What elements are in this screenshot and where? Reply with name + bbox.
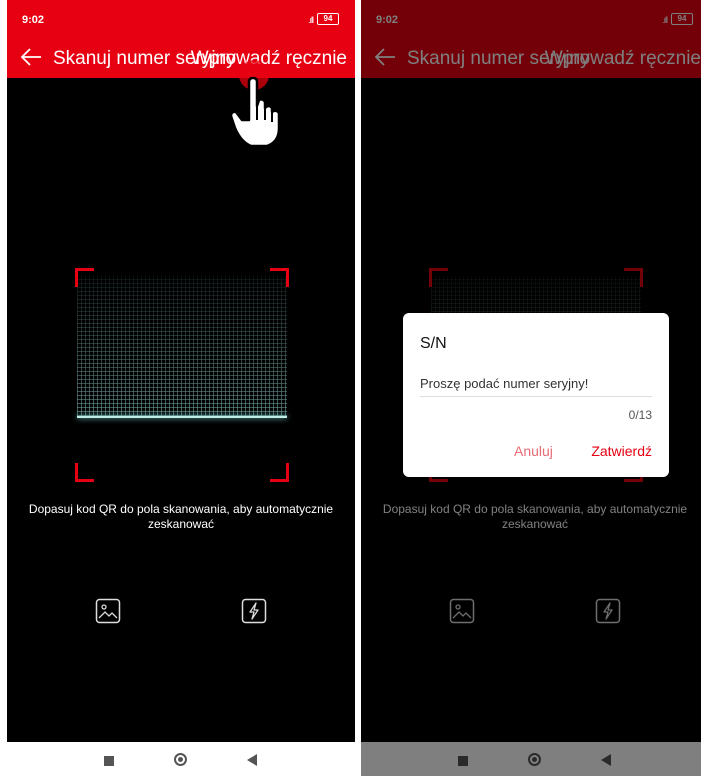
scan-corner [429, 268, 448, 287]
scan-screen: 9:02 .ıll 94 Skanuj numer seryjny Wprowa… [7, 0, 355, 776]
signal-icon: .ıll [308, 15, 314, 25]
recent-apps-icon[interactable] [104, 756, 114, 766]
home-icon[interactable] [528, 753, 541, 766]
gallery-icon[interactable] [449, 598, 475, 624]
back-arrow-icon[interactable] [19, 46, 43, 68]
system-nav-bar [7, 742, 355, 776]
scan-line [77, 416, 287, 418]
scan-corner [624, 268, 643, 287]
flash-icon[interactable] [241, 598, 267, 624]
dialog-title: S/N [420, 335, 447, 352]
manual-entry-button[interactable]: Wprowadź ręcznie [545, 48, 701, 70]
home-icon[interactable] [174, 753, 187, 766]
status-time: 9:02 [376, 14, 399, 26]
nav-back-icon[interactable] [247, 754, 257, 766]
scan-corner [270, 268, 289, 287]
app-bar: Skanuj numer seryjny Wprowadź ręcznie [361, 38, 701, 78]
scan-grid [77, 276, 287, 416]
scan-corner [270, 463, 289, 482]
confirm-button[interactable]: Zatwierdź [591, 443, 652, 459]
system-nav-bar [361, 742, 701, 776]
serial-number-dialog: S/N 0/13 Anuluj Zatwierdź [403, 313, 669, 477]
recent-apps-icon[interactable] [458, 756, 468, 766]
cancel-button[interactable]: Anuluj [514, 443, 553, 459]
status-bar: 9:02 .ıll 94 [7, 0, 355, 38]
scan-screen-with-dialog: 9:02 .ıll 94 Skanuj numer seryjny Wprowa… [361, 0, 701, 776]
scan-corner [75, 463, 94, 482]
scan-frame [75, 268, 289, 482]
flash-icon[interactable] [595, 598, 621, 624]
character-counter: 0/13 [628, 408, 652, 422]
hand-cursor-icon [229, 76, 281, 148]
manual-entry-button[interactable]: Wprowadź ręcznie [191, 48, 347, 70]
status-time: 9:02 [22, 14, 45, 26]
battery-icon: 94 [317, 13, 339, 25]
nav-back-icon[interactable] [601, 754, 611, 766]
back-arrow-icon[interactable] [373, 46, 397, 68]
serial-number-input[interactable] [420, 370, 652, 397]
status-bar: 9:02 .ıll 94 [361, 0, 701, 38]
signal-icon: .ıll [662, 15, 668, 25]
scan-hint: Dopasuj kod QR do pola skanowania, aby a… [382, 502, 688, 531]
battery-icon: 94 [671, 13, 693, 25]
app-bar: Skanuj numer seryjny Wprowadź ręcznie [7, 38, 355, 78]
gallery-icon[interactable] [95, 598, 121, 624]
scan-hint: Dopasuj kod QR do pola skanowania, aby a… [28, 502, 334, 531]
scan-corner [75, 268, 94, 287]
